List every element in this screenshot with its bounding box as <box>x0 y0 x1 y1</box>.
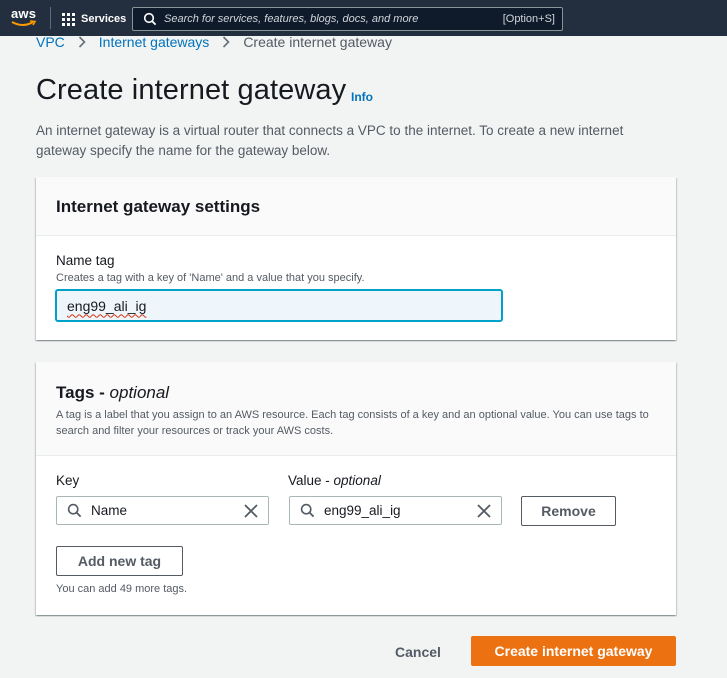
panel-title: Internet gateway settings <box>56 197 261 216</box>
search-shortcut-hint: [Option+S] <box>502 13 555 25</box>
clear-icon[interactable] <box>476 503 492 519</box>
search-icon <box>300 503 315 518</box>
breadcrumb-link-internet-gateways[interactable]: Internet gateways <box>99 34 210 50</box>
search-icon <box>143 12 157 26</box>
search-placeholder: Search for services, features, blogs, do… <box>164 13 419 25</box>
remove-tag-button[interactable]: Remove <box>521 496 616 526</box>
top-navigation-bar: aws Services Search for services, featur… <box>0 0 727 36</box>
remaining-tags-hint: You can add 49 more tags. <box>56 583 188 595</box>
global-search-input[interactable]: Search for services, features, blogs, do… <box>132 7 563 31</box>
search-icon <box>67 503 82 518</box>
chevron-right-icon <box>77 36 87 48</box>
internet-gateway-settings-panel: Internet gateway settings Name tag Creat… <box>36 177 676 340</box>
aws-logo-text: aws <box>11 6 37 21</box>
panel-header: Tags - optional A tag is a label that yo… <box>36 362 676 456</box>
chevron-right-icon <box>221 36 231 48</box>
panel-title: Tags - optional <box>56 383 170 402</box>
tag-key-value: Name <box>91 503 128 518</box>
panel-header: Internet gateway settings <box>36 177 676 236</box>
breadcrumb: VPC Internet gateways Create internet ga… <box>36 34 392 50</box>
create-internet-gateway-button[interactable]: Create internet gateway <box>471 636 676 666</box>
services-menu-button[interactable]: Services <box>62 11 126 27</box>
grid-icon <box>62 12 75 26</box>
clear-icon[interactable] <box>243 503 259 519</box>
breadcrumb-link-vpc[interactable]: VPC <box>36 34 65 50</box>
name-tag-input[interactable]: eng99_ali_ig <box>56 290 502 321</box>
aws-logo[interactable]: aws <box>11 6 37 28</box>
breadcrumb-current: Create internet gateway <box>243 34 392 50</box>
topbar-divider <box>50 7 51 29</box>
tag-value-value: eng99_ali_ig <box>324 503 401 518</box>
tag-value-input[interactable]: eng99_ali_ig <box>289 496 502 525</box>
key-label: Key <box>56 473 80 488</box>
tags-description: A tag is a label that you assign to an A… <box>56 409 649 437</box>
info-link[interactable]: Info <box>351 90 373 104</box>
tag-key-input[interactable]: Name <box>56 496 269 525</box>
page-title: Create internet gateway <box>36 74 347 106</box>
name-tag-hint: Creates a tag with a key of 'Name' and a… <box>56 272 365 284</box>
add-new-tag-button[interactable]: Add new tag <box>56 546 183 576</box>
services-label: Services <box>81 13 127 25</box>
name-tag-label: Name tag <box>56 253 115 268</box>
value-label: Value - optional <box>288 473 381 488</box>
aws-smile-icon <box>11 20 37 26</box>
name-tag-value: eng99_ali_ig <box>67 297 147 314</box>
tags-panel: Tags - optional A tag is a label that yo… <box>36 362 676 615</box>
cancel-button[interactable]: Cancel <box>382 638 454 666</box>
page-description: An internet gateway is a virtual router … <box>36 123 624 158</box>
